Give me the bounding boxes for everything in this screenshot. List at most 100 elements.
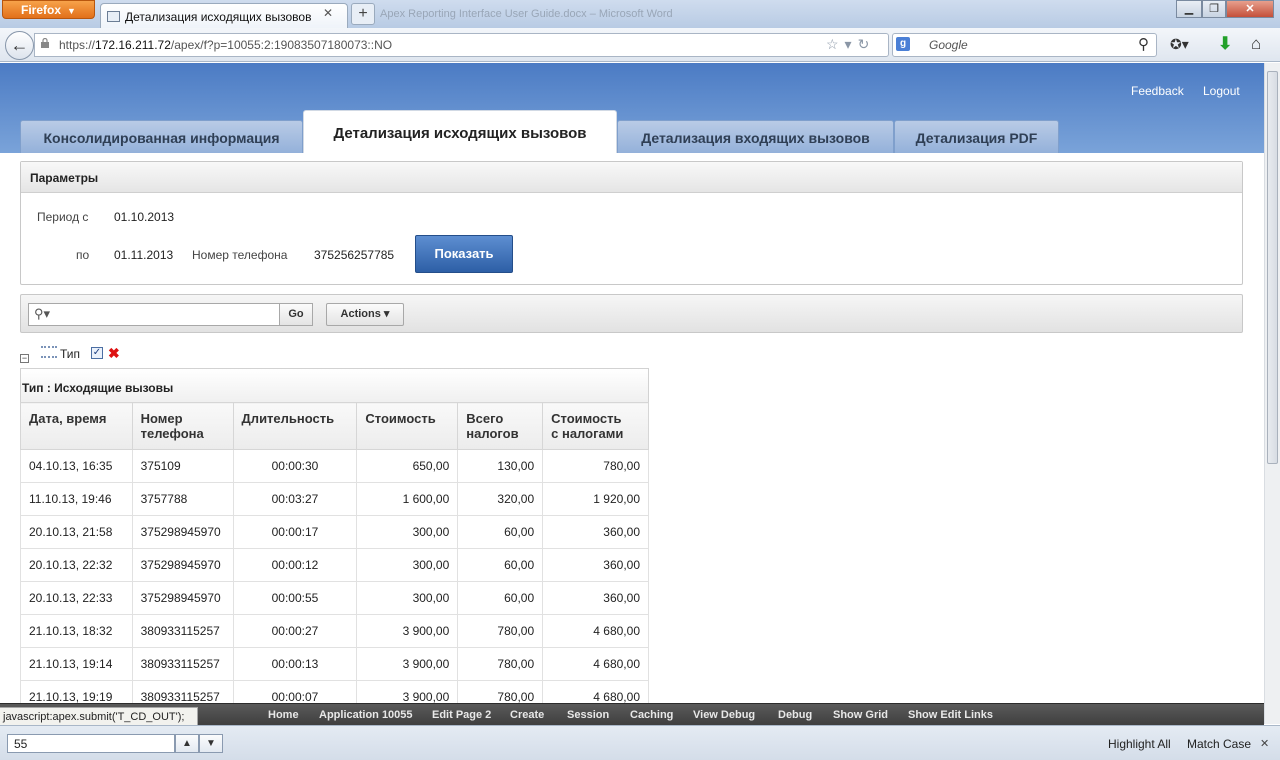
find-previous-button[interactable]: ▲ xyxy=(175,734,199,753)
minimize-button[interactable]: ▁ xyxy=(1176,0,1202,18)
cell-datetime: 21.10.13, 19:19 xyxy=(20,680,133,703)
dev-link-edit-page[interactable]: Edit Page 2 xyxy=(432,709,491,721)
search-engine-icon[interactable]: g xyxy=(896,37,910,51)
back-button[interactable]: ← xyxy=(5,31,34,60)
cell-cost-with-taxes: 780,00 xyxy=(542,449,649,483)
column-header-cost-with-taxes[interactable]: Стоимость с налогами xyxy=(542,402,649,450)
bookmark-star-icon[interactable]: ☆▾↻ xyxy=(826,36,875,53)
go-button[interactable]: Go xyxy=(279,303,313,326)
search-icon[interactable]: ⚲▾ xyxy=(34,306,50,322)
cell-duration: 00:00:55 xyxy=(232,581,358,615)
search-input[interactable]: Google xyxy=(892,33,1157,57)
cell-duration: 00:00:07 xyxy=(232,680,358,703)
dev-link-show-grid[interactable]: Show Grid xyxy=(833,709,888,721)
close-icon[interactable]: ✕ xyxy=(323,6,333,20)
dev-link-caching[interactable]: Caching xyxy=(630,709,673,721)
browser-tab[interactable]: Детализация исходящих вызовов xyxy=(100,3,348,29)
highlight-all-button[interactable]: Highlight All xyxy=(1108,737,1171,751)
find-next-button[interactable]: ▼ xyxy=(199,734,223,753)
status-text: javascript:apex.submit('T_CD_OUT'); xyxy=(0,707,198,726)
cell-cost-with-taxes: 1 920,00 xyxy=(542,482,649,516)
cell-phone: 3757788 xyxy=(131,482,234,516)
logout-link[interactable]: Logout xyxy=(1203,84,1240,98)
column-header-taxes[interactable]: Всего налогов xyxy=(457,402,544,450)
cell-datetime: 21.10.13, 18:32 xyxy=(20,614,133,648)
cell-cost-with-taxes: 360,00 xyxy=(542,548,649,582)
cell-datetime: 04.10.13, 16:35 xyxy=(20,449,133,483)
cell-phone: 375298945970 xyxy=(131,548,234,582)
params-title: Параметры xyxy=(21,162,1242,193)
close-icon[interactable]: ✕ xyxy=(1260,737,1269,750)
report-search-input[interactable]: ⚲▾ xyxy=(28,303,280,326)
find-input[interactable]: 55 xyxy=(7,734,175,753)
bookmarks-icon[interactable]: ✪▾ xyxy=(1170,36,1189,53)
actions-button[interactable]: Actions ▾ xyxy=(326,303,404,326)
cell-cost-with-taxes: 360,00 xyxy=(542,581,649,615)
calls-table: Дата, время Номер телефона Длительность … xyxy=(20,402,649,703)
url-host: 172.16.211.72 xyxy=(95,38,171,52)
phone-value[interactable]: 375256257785 xyxy=(314,248,394,262)
tab-title: Детализация исходящих вызовов xyxy=(125,10,312,24)
cell-taxes: 60,00 xyxy=(457,515,544,549)
cell-cost: 300,00 xyxy=(356,548,459,582)
cell-phone: 375109 xyxy=(131,449,234,483)
url-prefix: https:// xyxy=(59,38,96,52)
close-window-button[interactable]: ✕ xyxy=(1226,0,1274,18)
cell-datetime: 20.10.13, 22:32 xyxy=(20,548,133,582)
dev-link-home[interactable]: Home xyxy=(268,709,299,721)
filter-label[interactable]: Тип xyxy=(60,347,80,361)
remove-filter-icon[interactable]: ✖ xyxy=(108,346,126,360)
lock-icon xyxy=(41,38,49,48)
cell-phone: 380933115257 xyxy=(131,614,234,648)
scrollbar-thumb[interactable] xyxy=(1267,71,1278,464)
cell-cost: 300,00 xyxy=(356,581,459,615)
period-from-label: Период с xyxy=(37,210,89,224)
cell-datetime: 21.10.13, 19:14 xyxy=(20,647,133,681)
tab-pdf[interactable]: Детализация PDF xyxy=(894,120,1059,153)
column-header-duration[interactable]: Длительность xyxy=(232,402,358,450)
dev-link-application[interactable]: Application 10055 xyxy=(319,709,413,721)
match-case-button[interactable]: Match Case xyxy=(1187,737,1251,751)
column-header-cost[interactable]: Стоимость xyxy=(356,402,459,450)
feedback-link[interactable]: Feedback xyxy=(1131,84,1184,98)
period-to-value[interactable]: 01.11.2013 xyxy=(114,248,173,262)
dev-link-create[interactable]: Create xyxy=(510,709,544,721)
cell-phone: 380933115257 xyxy=(131,680,234,703)
cell-taxes: 320,00 xyxy=(457,482,544,516)
url-bar[interactable]: https://172.16.211.72/apex/f?p=10055:2:1… xyxy=(34,33,889,57)
tab-incoming[interactable]: Детализация входящих вызовов xyxy=(617,120,894,153)
cell-taxes: 780,00 xyxy=(457,647,544,681)
maximize-button[interactable]: ❐ xyxy=(1202,0,1226,18)
tab-outgoing[interactable]: Детализация исходящих вызовов xyxy=(303,110,617,153)
tab-consolidated[interactable]: Консолидированная информация xyxy=(20,120,303,153)
home-icon[interactable]: ⌂ xyxy=(1251,34,1261,54)
new-tab-button[interactable]: + xyxy=(351,3,375,25)
collapse-icon[interactable]: − xyxy=(20,354,29,363)
column-header-datetime[interactable]: Дата, время xyxy=(20,402,133,450)
dev-link-session[interactable]: Session xyxy=(567,709,609,721)
dev-link-debug[interactable]: Debug xyxy=(778,709,812,721)
download-icon[interactable]: ⬇ xyxy=(1218,34,1232,54)
filter-checkbox[interactable]: ✓ xyxy=(91,347,103,359)
cell-datetime: 11.10.13, 19:46 xyxy=(20,482,133,516)
column-header-phone[interactable]: Номер телефона xyxy=(131,402,234,450)
cell-cost: 1 600,00 xyxy=(356,482,459,516)
cell-duration: 00:03:27 xyxy=(232,482,358,516)
dev-link-view-debug[interactable]: View Debug xyxy=(693,709,755,721)
cell-taxes: 780,00 xyxy=(457,680,544,703)
vertical-scrollbar[interactable] xyxy=(1264,63,1280,724)
table-row: 11.10.13, 19:46 3757788 00:03:27 1 600,00 32… xyxy=(20,482,649,516)
url-path: /apex/f?p=10055:2:19083507180073::NO xyxy=(170,38,393,52)
period-from-value[interactable]: 01.10.2013 xyxy=(114,210,174,224)
firefox-menu-button[interactable]: Firefox ▼ xyxy=(2,0,95,19)
cell-duration: 00:00:12 xyxy=(232,548,358,582)
cell-datetime: 20.10.13, 22:33 xyxy=(20,581,133,615)
table-body: 04.10.13, 16:35 375109 00:00:30 650,00 130,0… xyxy=(20,449,649,703)
period-to-label: по xyxy=(76,248,90,262)
table-row: 20.10.13, 22:32 375298945970 00:00:12 300,0… xyxy=(20,548,649,582)
dev-link-show-edit-links[interactable]: Show Edit Links xyxy=(908,709,993,721)
search-icon[interactable]: ⚲ xyxy=(1138,35,1149,53)
page-content: Feedback Logout Консолидированная информ… xyxy=(0,63,1264,703)
background-window-title: Apex Reporting Interface User Guide.docx… xyxy=(380,8,673,20)
show-button[interactable]: Показать xyxy=(415,235,513,273)
